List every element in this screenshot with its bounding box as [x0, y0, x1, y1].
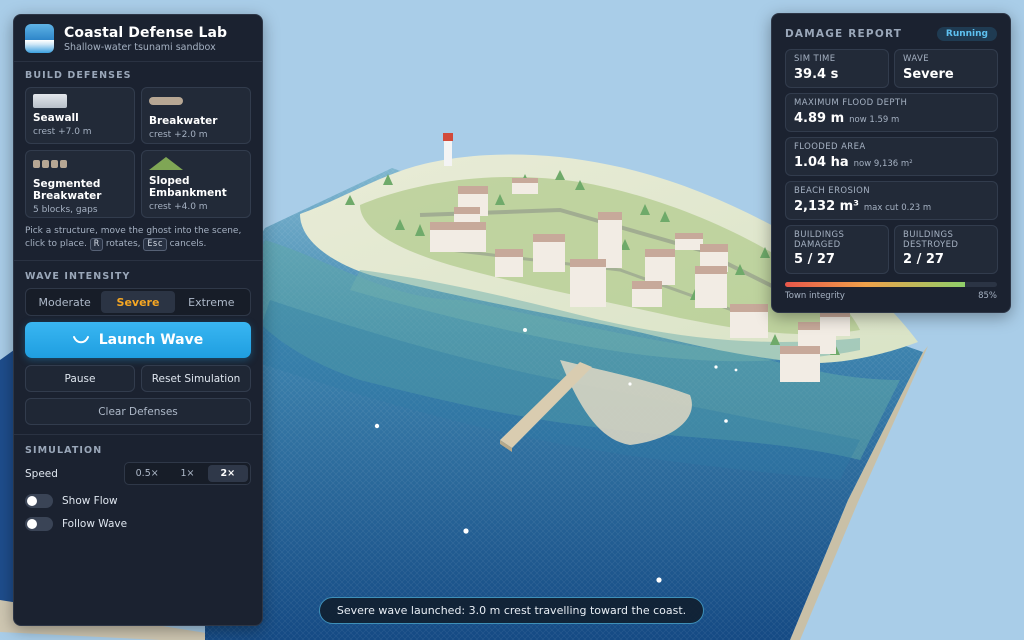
defense-card-sloped-embankment[interactable]: Sloped Embankment crest +4.0 m	[141, 150, 251, 218]
panel-header: Coastal Defense Lab Shallow-water tsunam…	[14, 15, 262, 62]
sloped-embankment-icon	[149, 157, 183, 170]
beach-erosion-card: BEACH EROSION 2,132 m³ max cut 0.23 m	[785, 181, 998, 220]
segmented-breakwater-icon	[33, 160, 127, 168]
damage-report-panel: DAMAGE REPORT Running SIM TIME 39.4 s WA…	[771, 13, 1011, 313]
speed-option-half[interactable]: 0.5×	[127, 465, 167, 482]
divider	[14, 260, 262, 261]
rotate-key: R	[89, 238, 103, 251]
town-integrity-value: 85%	[978, 291, 997, 301]
flooded-area-card: FLOODED AREA 1.04 ha now 9,136 m²	[785, 137, 998, 176]
follow-wave-toggle[interactable]	[25, 517, 53, 531]
wave-logo-icon	[25, 24, 54, 53]
defense-card-segmented-breakwater[interactable]: Segmented Breakwater 5 blocks, gaps	[25, 150, 135, 218]
speed-selector: 0.5× 1× 2×	[124, 462, 251, 485]
speed-option-2x[interactable]: 2×	[207, 465, 248, 482]
wave-option-extreme[interactable]: Extreme	[175, 291, 248, 313]
speed-label: Speed	[25, 467, 58, 480]
app-subtitle: Shallow-water tsunami sandbox	[64, 41, 216, 53]
flood-depth-value: 4.89 m	[794, 110, 845, 126]
reset-simulation-button[interactable]: Reset Simulation	[141, 365, 251, 392]
town-integrity-bar	[785, 282, 997, 287]
buildings-destroyed-card: BUILDINGS DESTROYED 2 / 27	[894, 225, 998, 274]
simulation-label: SIMULATION	[25, 445, 103, 456]
beach-erosion-max: max cut 0.23 m	[863, 202, 932, 213]
stats-grid: SIM TIME 39.4 s WAVE Severe MAXIMUM FLOO…	[785, 49, 998, 274]
buildings-destroyed-value: 2 / 27	[903, 252, 944, 267]
build-defenses-label: BUILD DEFENSES	[25, 70, 132, 81]
defense-name: Seawall	[33, 112, 79, 124]
show-flow-row: Show Flow	[14, 494, 262, 508]
flooded-area-now: now 9,136 m²	[853, 158, 913, 169]
control-panel: Coastal Defense Lab Shallow-water tsunam…	[13, 14, 263, 626]
buildings-damaged-card: BUILDINGS DAMAGED 5 / 27	[785, 225, 889, 274]
speed-option-1x[interactable]: 1×	[167, 465, 207, 482]
flooded-area-value: 1.04 ha	[794, 154, 849, 170]
divider	[14, 434, 262, 435]
pause-button[interactable]: Pause	[25, 365, 135, 392]
placement-hint: Pick a structure, move the ghost into th…	[25, 226, 242, 251]
defense-detail: 5 blocks, gaps	[33, 205, 98, 215]
wave-option-severe[interactable]: Severe	[101, 291, 175, 313]
status-badge: Running	[936, 27, 997, 41]
town-integrity-label: Town integrity	[785, 291, 845, 301]
defense-detail: crest +7.0 m	[33, 127, 92, 137]
town-integrity-fill	[785, 282, 966, 287]
cancel-key: Esc	[143, 238, 167, 251]
defense-card-breakwater[interactable]: Breakwater crest +2.0 m	[141, 87, 251, 144]
defense-detail: crest +4.0 m	[149, 202, 208, 212]
launch-wave-label: Launch Wave	[98, 332, 204, 348]
clear-defenses-button[interactable]: Clear Defenses	[25, 398, 251, 425]
defense-card-seawall[interactable]: Seawall crest +7.0 m	[25, 87, 135, 144]
breakwater-icon	[149, 97, 183, 105]
show-flow-label: Show Flow	[62, 495, 118, 507]
wave-option-moderate[interactable]: Moderate	[28, 291, 101, 313]
flood-depth-card: MAXIMUM FLOOD DEPTH 4.89 m now 1.59 m	[785, 93, 998, 132]
damage-report-title: DAMAGE REPORT	[785, 28, 903, 40]
app-title: Coastal Defense Lab	[64, 24, 228, 41]
toast-message: Severe wave launched: 3.0 m crest travel…	[336, 604, 687, 617]
sim-time-value: 39.4 s	[794, 66, 839, 82]
defense-name: Sloped Embankment	[149, 175, 227, 199]
launch-wave-button[interactable]: Launch Wave	[25, 322, 251, 358]
follow-wave-row: Follow Wave	[14, 517, 262, 531]
show-flow-toggle[interactable]	[25, 494, 53, 508]
defense-grid: Seawall crest +7.0 m Breakwater crest +2…	[14, 81, 262, 218]
defense-detail: crest +2.0 m	[149, 130, 208, 140]
buildings-damaged-value: 5 / 27	[794, 252, 835, 267]
wave-icon	[72, 336, 89, 344]
seawall-icon	[33, 94, 67, 108]
sim-time-card: SIM TIME 39.4 s	[785, 49, 889, 88]
wave-value: Severe	[903, 66, 954, 82]
flood-depth-now: now 1.59 m	[849, 114, 900, 125]
wave-intensity-label: WAVE INTENSITY	[25, 271, 131, 282]
wave-intensity-selector: Moderate Severe Extreme	[25, 288, 251, 316]
beach-erosion-value: 2,132 m³	[794, 198, 859, 214]
defense-name: Breakwater	[149, 115, 218, 127]
speed-row: Speed 0.5× 1× 2×	[14, 462, 262, 485]
defense-name: Segmented Breakwater	[33, 178, 102, 202]
follow-wave-label: Follow Wave	[62, 518, 128, 530]
status-toast: Severe wave launched: 3.0 m crest travel…	[319, 597, 704, 624]
wave-card: WAVE Severe	[894, 49, 998, 88]
